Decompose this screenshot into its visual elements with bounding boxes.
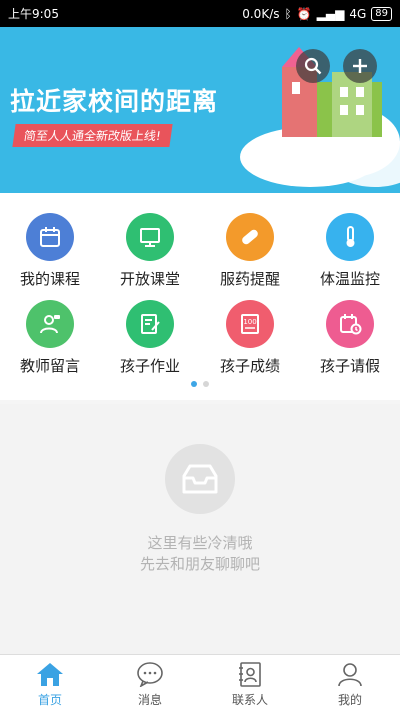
thermometer-icon [326, 213, 374, 261]
feature-child-leave[interactable]: 孩子请假 [300, 300, 400, 387]
feature-label: 孩子成绩 [219, 357, 280, 375]
svg-text:100: 100 [243, 318, 256, 326]
status-icons: 0.0K/s ᛒ ⏰ ▂▄▆ 4G 89 [242, 6, 392, 21]
search-icon [304, 57, 322, 75]
bottom-tab-bar: 首页 消息 联系人 我的 [0, 654, 400, 711]
promo-banner[interactable]: 拉近家校间的距离 简至人人通全新改版上线! [0, 27, 400, 193]
feature-medicine-reminder[interactable]: 服药提醒 [200, 213, 300, 300]
add-button[interactable] [343, 49, 377, 83]
empty-text-line1: 这里有些冷清哦 [147, 534, 253, 552]
contacts-icon [239, 662, 261, 687]
leave-icon [326, 300, 374, 348]
message-icon [137, 662, 163, 687]
profile-icon [338, 663, 362, 687]
home-icon [37, 663, 63, 686]
alarm-icon: ⏰ [296, 6, 312, 21]
empty-text-line2: 先去和朋友聊聊吧 [139, 555, 260, 573]
status-time: 上午9:05 [8, 7, 59, 21]
feature-child-homework[interactable]: 孩子作业 [100, 300, 200, 387]
tab-profile[interactable]: 我的 [300, 655, 400, 711]
status-bar: 上午9:05 0.0K/s ᛒ ⏰ ▂▄▆ 4G 89 [0, 0, 400, 27]
grades-icon: 100 [226, 300, 274, 348]
tab-label: 消息 [137, 693, 162, 707]
search-button[interactable] [296, 49, 330, 83]
battery-icon: 89 [371, 6, 392, 21]
classroom-icon [126, 213, 174, 261]
feature-label: 我的课程 [19, 270, 80, 288]
tab-label: 我的 [337, 693, 362, 707]
signal-icon: ▂▄▆ [316, 6, 345, 21]
pill-icon [226, 213, 274, 261]
feature-label: 孩子请假 [319, 357, 380, 375]
feature-grid-section: 我的课程 开放课堂 服药提醒 体温监控 教师留言 孩子作业 100 孩子成绩 孩… [0, 193, 400, 400]
network-speed: 0.0K/s [242, 6, 280, 21]
bluetooth-icon: ᛒ [284, 6, 292, 21]
feature-grid: 我的课程 开放课堂 服药提醒 体温监控 教师留言 孩子作业 100 孩子成绩 孩… [0, 193, 400, 387]
banner-subtitle: 简至人人通全新改版上线! [12, 124, 173, 147]
calendar-icon [26, 213, 74, 261]
page-dot [203, 381, 209, 387]
feature-label: 体温监控 [319, 270, 380, 288]
inbox-icon [165, 444, 235, 514]
feature-temperature-monitor[interactable]: 体温监控 [300, 213, 400, 300]
empty-state: 这里有些冷清哦 先去和朋友聊聊吧 [0, 404, 400, 654]
feature-label: 服药提醒 [219, 270, 280, 288]
feature-teacher-message[interactable]: 教师留言 [0, 300, 100, 387]
tab-messages[interactable]: 消息 [100, 655, 200, 711]
homework-icon [126, 300, 174, 348]
banner-title: 拉近家校间的距离 [10, 87, 219, 116]
feature-child-grades[interactable]: 100 孩子成绩 [200, 300, 300, 387]
network-type: 4G [349, 6, 367, 21]
feature-open-class[interactable]: 开放课堂 [100, 213, 200, 300]
feature-label: 教师留言 [19, 357, 80, 375]
feature-label: 开放课堂 [119, 270, 180, 288]
feature-my-courses[interactable]: 我的课程 [0, 213, 100, 300]
page-dot-active [191, 381, 197, 387]
page-indicator [0, 381, 400, 387]
tab-home[interactable]: 首页 [0, 655, 100, 711]
teacher-message-icon [26, 300, 74, 348]
tab-label: 首页 [37, 693, 62, 707]
plus-icon [353, 59, 367, 73]
tab-label: 联系人 [231, 693, 268, 707]
tab-contacts[interactable]: 联系人 [200, 655, 300, 711]
feature-label: 孩子作业 [119, 357, 180, 375]
